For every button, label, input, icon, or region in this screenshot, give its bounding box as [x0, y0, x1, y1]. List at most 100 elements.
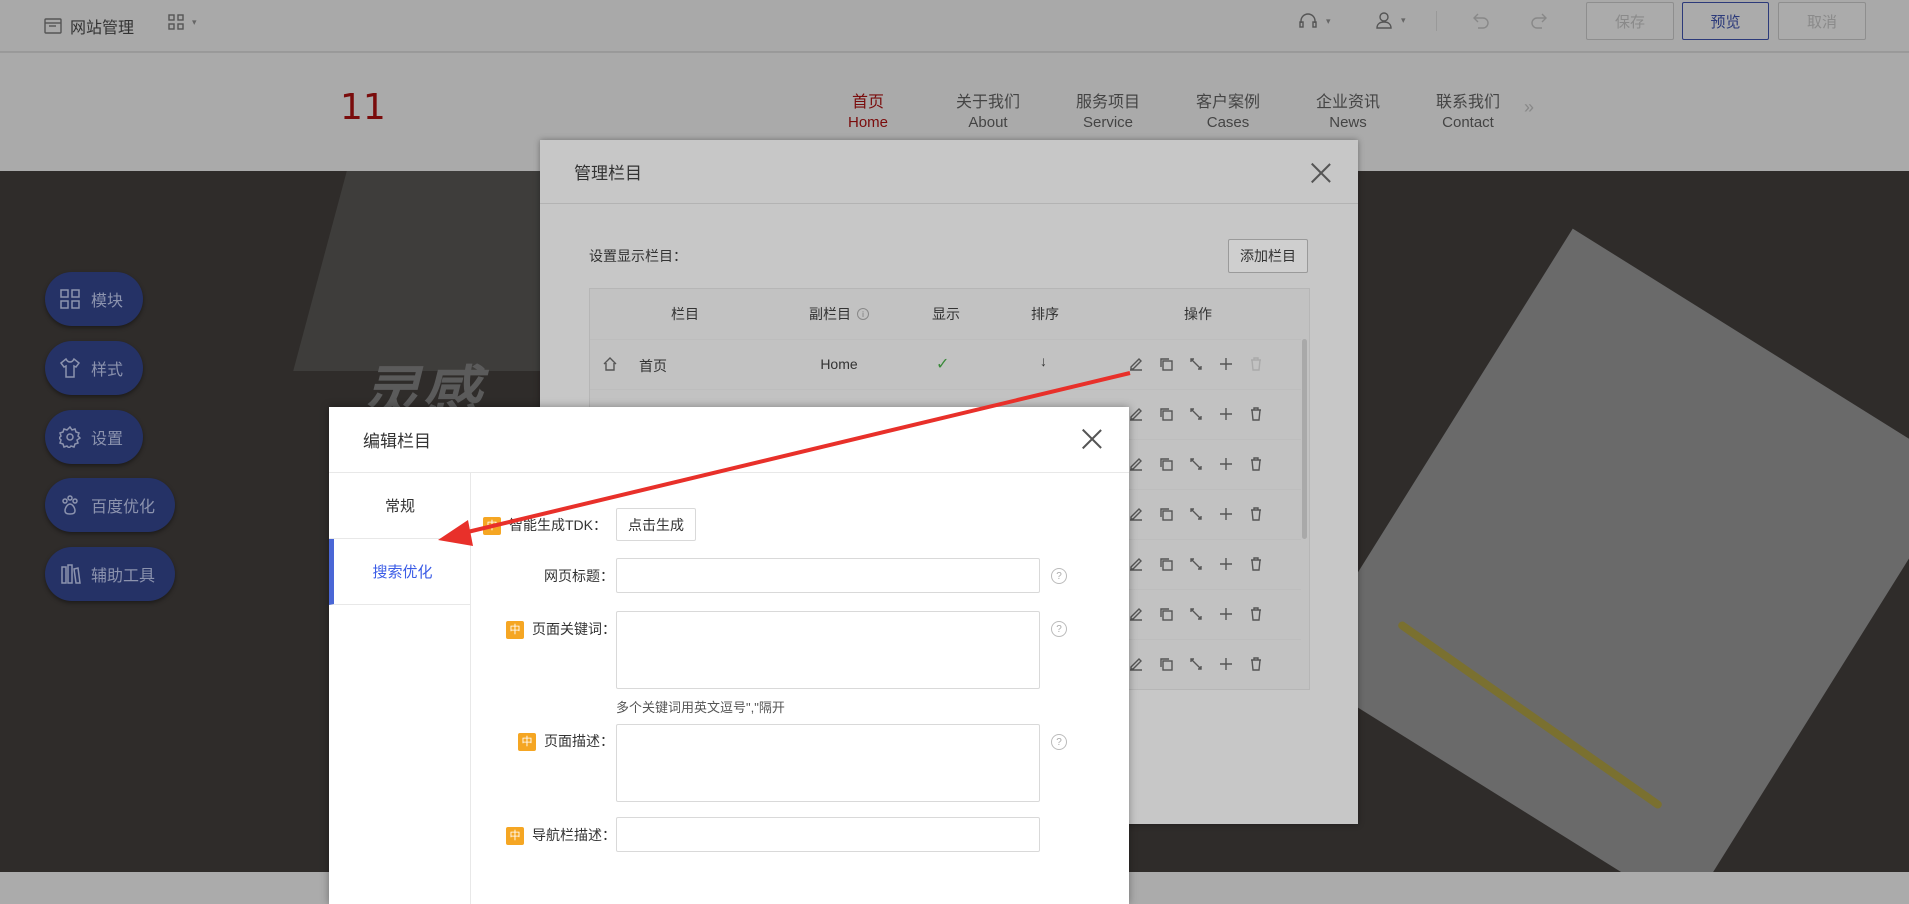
nav-item-en: Contact — [1442, 114, 1494, 131]
nav-item-en: About — [968, 114, 1008, 131]
nav-item[interactable]: 服务项目 Service — [1058, 93, 1158, 133]
site-logo[interactable]: 11 — [340, 87, 386, 128]
table-scrollbar[interactable] — [1302, 339, 1307, 539]
nav-item[interactable]: 企业资讯 News — [1298, 93, 1398, 133]
add-icon[interactable] — [1218, 356, 1234, 372]
add-icon[interactable] — [1218, 556, 1234, 572]
user-menu[interactable]: ▾ — [1375, 11, 1406, 29]
nav-item[interactable]: 联系我们 Contact — [1418, 93, 1518, 133]
copy-icon[interactable] — [1158, 506, 1174, 522]
float-menu-tools[interactable]: 辅助工具 — [45, 547, 176, 601]
float-menu-grid[interactable]: 模块 — [45, 272, 144, 326]
add-column-button[interactable]: 添加栏目 — [1228, 239, 1308, 273]
edit-icon[interactable] — [1128, 656, 1144, 672]
keywords-label: 中页面关键词： — [506, 619, 616, 640]
edit-close-icon[interactable] — [1081, 428, 1103, 450]
nav-item-en: Service — [1082, 114, 1134, 131]
edit-icon[interactable] — [1128, 606, 1144, 622]
help-icon[interactable]: ? — [1051, 621, 1067, 637]
help-icon[interactable]: ? — [1051, 568, 1067, 584]
float-menu-shirt[interactable]: 样式 — [45, 341, 144, 395]
undo-icon[interactable] — [1470, 12, 1490, 30]
help-icon[interactable]: ? — [1051, 734, 1067, 750]
col-header-sub: 副栏目 i — [782, 289, 896, 339]
support-menu[interactable]: ▾ — [1298, 12, 1331, 30]
delete-icon[interactable] — [1248, 556, 1264, 572]
nav-item[interactable]: 首页 Home — [818, 93, 918, 133]
nav-more-icon[interactable]: » — [1524, 97, 1534, 118]
move-icon[interactable] — [1188, 456, 1204, 472]
delete-icon[interactable] — [1248, 456, 1264, 472]
edit-icon[interactable] — [1128, 506, 1144, 522]
delete-icon[interactable] — [1248, 606, 1264, 622]
float-menu-gear[interactable]: 设置 — [45, 410, 144, 464]
edit-icon[interactable] — [1128, 356, 1144, 372]
delete-icon[interactable] — [1248, 656, 1264, 672]
edit-icon[interactable] — [1128, 406, 1144, 422]
nav-item-zh: 客户案例 — [1195, 94, 1260, 111]
move-icon[interactable] — [1188, 356, 1204, 372]
apps-grid-icon — [168, 14, 184, 30]
website-icon — [44, 18, 62, 34]
add-icon[interactable] — [1218, 456, 1234, 472]
tab-general[interactable]: 常规 — [329, 473, 471, 539]
add-icon[interactable] — [1218, 656, 1234, 672]
edit-icon[interactable] — [1128, 556, 1144, 572]
nav-item[interactable]: 关于我们 About — [938, 93, 1038, 133]
add-icon[interactable] — [1218, 606, 1234, 622]
chevron-down-icon: ▾ — [1326, 15, 1331, 26]
cancel-button[interactable]: 取消 — [1778, 2, 1866, 40]
move-icon[interactable] — [1188, 506, 1204, 522]
nav-item-zh: 服务项目 — [1075, 94, 1140, 111]
home-icon — [603, 357, 617, 371]
delete-icon[interactable] — [1248, 406, 1264, 422]
table-row: 首页 Home ✓ ↓ — [590, 339, 1301, 389]
copy-icon[interactable] — [1158, 556, 1174, 572]
keywords-textarea[interactable] — [616, 611, 1040, 689]
delete-icon[interactable] — [1248, 356, 1264, 372]
col-header-name: 栏目 — [671, 306, 699, 322]
check-icon[interactable]: ✓ — [936, 354, 949, 374]
add-icon[interactable] — [1218, 506, 1234, 522]
move-icon[interactable] — [1188, 406, 1204, 422]
generate-tdk-button[interactable]: 点击生成 — [616, 508, 696, 541]
move-icon[interactable] — [1188, 556, 1204, 572]
move-icon[interactable] — [1188, 606, 1204, 622]
edit-icon[interactable] — [1128, 456, 1144, 472]
manage-modal-title: 管理栏目 — [574, 164, 642, 183]
nav-item[interactable]: 客户案例 Cases — [1178, 93, 1278, 133]
zh-badge: 中 — [506, 621, 524, 640]
info-icon[interactable]: i — [857, 308, 869, 320]
headset-icon — [1299, 13, 1317, 28]
delete-icon[interactable] — [1248, 506, 1264, 522]
col-header-sort: 排序 — [1031, 306, 1059, 322]
sort-down-icon[interactable]: ↓ — [1040, 353, 1047, 369]
move-icon[interactable] — [1188, 656, 1204, 672]
row-actions — [1128, 556, 1264, 572]
site-manage-menu[interactable]: 网站管理 — [44, 14, 134, 38]
manage-close-icon[interactable] — [1310, 162, 1332, 184]
copy-icon[interactable] — [1158, 406, 1174, 422]
float-menu-label: 样式 — [91, 362, 124, 379]
shirt-icon — [59, 357, 81, 378]
description-textarea[interactable] — [616, 724, 1040, 802]
nav-item-zh: 联系我们 — [1435, 94, 1500, 111]
float-menu-paw[interactable]: 百度优化 — [45, 478, 176, 532]
copy-icon[interactable] — [1158, 456, 1174, 472]
chevron-down-icon: ▾ — [1401, 14, 1406, 25]
edit-modal-tabs: 常规 搜索优化 — [329, 473, 471, 904]
nav-description-input[interactable] — [616, 817, 1040, 852]
tab-seo[interactable]: 搜索优化 — [329, 539, 471, 605]
save-button[interactable]: 保存 — [1586, 2, 1674, 40]
float-menu-label: 百度优化 — [91, 499, 156, 516]
apps-menu[interactable]: ▾ — [168, 14, 197, 30]
copy-icon[interactable] — [1158, 606, 1174, 622]
preview-button[interactable]: 预览 — [1682, 2, 1769, 40]
copy-icon[interactable] — [1158, 656, 1174, 672]
page-title-input[interactable] — [616, 558, 1040, 593]
copy-icon[interactable] — [1158, 356, 1174, 372]
float-menu-label: 模块 — [91, 293, 124, 310]
redo-icon[interactable] — [1530, 12, 1550, 30]
add-icon[interactable] — [1218, 406, 1234, 422]
chevron-down-icon: ▾ — [192, 16, 197, 27]
